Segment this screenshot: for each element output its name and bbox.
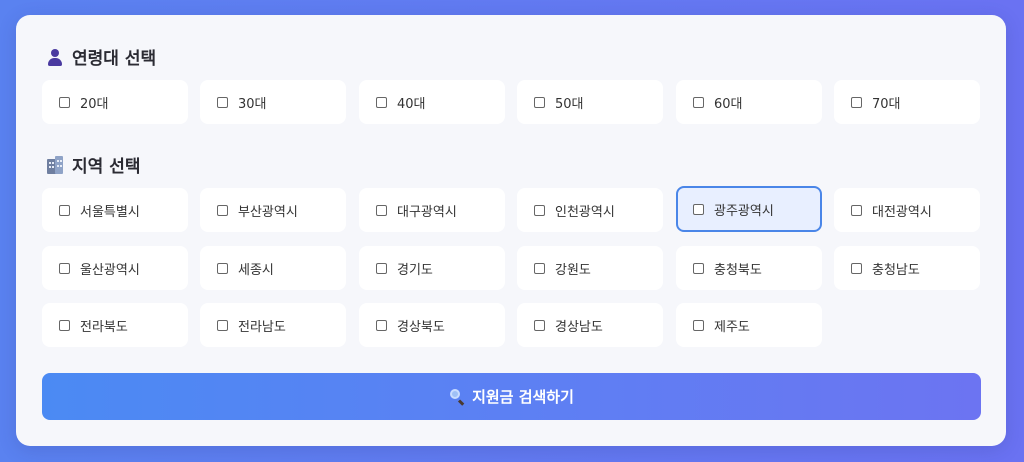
age-option-label: 70대 bbox=[872, 96, 901, 112]
region-option-label: 울산광역시 bbox=[80, 262, 140, 278]
checkbox[interactable] bbox=[693, 203, 704, 215]
checkbox[interactable] bbox=[217, 204, 228, 216]
checkbox[interactable] bbox=[851, 96, 862, 108]
region-option-label: 대전광역시 bbox=[872, 204, 932, 220]
age-option-70[interactable]: 70대 bbox=[834, 80, 980, 124]
region-option-label: 세종시 bbox=[238, 262, 274, 278]
region-option-label: 광주광역시 bbox=[714, 203, 774, 219]
region-option-incheon[interactable]: 인천광역시 bbox=[517, 188, 663, 232]
region-option-gyeonggi[interactable]: 경기도 bbox=[359, 246, 505, 290]
region-option-ulsan[interactable]: 울산광역시 bbox=[42, 246, 188, 290]
age-option-label: 30대 bbox=[238, 96, 267, 112]
region-option-gangwon[interactable]: 강원도 bbox=[517, 246, 663, 290]
region-option-label: 경기도 bbox=[397, 262, 433, 278]
region-option-label: 전라북도 bbox=[80, 319, 128, 335]
checkbox[interactable] bbox=[217, 96, 228, 108]
age-option-50[interactable]: 50대 bbox=[517, 80, 663, 124]
age-option-40[interactable]: 40대 bbox=[359, 80, 505, 124]
age-option-label: 60대 bbox=[714, 96, 743, 112]
age-option-30[interactable]: 30대 bbox=[200, 80, 346, 124]
region-option-label: 전라남도 bbox=[238, 319, 286, 335]
age-section-title-text: 연령대 선택 bbox=[72, 49, 157, 69]
checkbox[interactable] bbox=[851, 204, 862, 216]
age-option-label: 20대 bbox=[80, 96, 109, 112]
checkbox[interactable] bbox=[534, 319, 545, 331]
age-option-20[interactable]: 20대 bbox=[42, 80, 188, 124]
person-icon bbox=[46, 48, 64, 66]
region-option-label: 서울특별시 bbox=[80, 204, 140, 220]
checkbox[interactable] bbox=[59, 262, 70, 274]
checkbox[interactable] bbox=[59, 96, 70, 108]
checkbox[interactable] bbox=[851, 262, 862, 274]
checkbox[interactable] bbox=[59, 319, 70, 331]
checkbox[interactable] bbox=[693, 96, 704, 108]
checkbox[interactable] bbox=[217, 319, 228, 331]
checkbox[interactable] bbox=[376, 262, 387, 274]
magnifier-icon bbox=[449, 389, 465, 406]
region-option-label: 제주도 bbox=[714, 319, 750, 335]
age-option-label: 40대 bbox=[397, 96, 426, 112]
region-option-label: 충청남도 bbox=[872, 262, 920, 278]
region-option-label: 부산광역시 bbox=[238, 204, 298, 220]
checkbox[interactable] bbox=[217, 262, 228, 274]
checkbox[interactable] bbox=[693, 262, 704, 274]
region-option-chungbuk[interactable]: 충청북도 bbox=[676, 246, 822, 290]
building-icon bbox=[46, 155, 64, 174]
checkbox[interactable] bbox=[59, 204, 70, 216]
checkbox[interactable] bbox=[534, 204, 545, 216]
region-option-label: 인천광역시 bbox=[555, 204, 615, 220]
region-option-sejong[interactable]: 세종시 bbox=[200, 246, 346, 290]
region-option-jeonnam[interactable]: 전라남도 bbox=[200, 303, 346, 347]
region-section-title-text: 지역 선택 bbox=[72, 157, 141, 177]
region-option-seoul[interactable]: 서울특별시 bbox=[42, 188, 188, 232]
region-option-jeonbuk[interactable]: 전라북도 bbox=[42, 303, 188, 347]
region-option-jeju[interactable]: 제주도 bbox=[676, 303, 822, 347]
region-option-busan[interactable]: 부산광역시 bbox=[200, 188, 346, 232]
region-option-gwangju[interactable]: 광주광역시 bbox=[676, 186, 822, 232]
checkbox[interactable] bbox=[534, 96, 545, 108]
region-option-chungnam[interactable]: 충청남도 bbox=[834, 246, 980, 290]
search-button-label: 지원금 검색하기 bbox=[472, 388, 574, 406]
region-option-label: 강원도 bbox=[555, 262, 591, 278]
region-option-label: 경상남도 bbox=[555, 319, 603, 335]
checkbox[interactable] bbox=[376, 96, 387, 108]
region-section-title: 지역 선택 bbox=[46, 152, 140, 177]
age-option-label: 50대 bbox=[555, 96, 584, 112]
checkbox[interactable] bbox=[693, 319, 704, 331]
region-option-label: 대구광역시 bbox=[397, 204, 457, 220]
region-option-gyeongnam[interactable]: 경상남도 bbox=[517, 303, 663, 347]
checkbox[interactable] bbox=[534, 262, 545, 274]
checkbox[interactable] bbox=[376, 204, 387, 216]
checkbox[interactable] bbox=[376, 319, 387, 331]
region-option-daegu[interactable]: 대구광역시 bbox=[359, 188, 505, 232]
search-button[interactable]: 지원금 검색하기 bbox=[42, 373, 981, 420]
region-option-daejeon[interactable]: 대전광역시 bbox=[834, 188, 980, 232]
region-option-label: 충청북도 bbox=[714, 262, 762, 278]
age-section-title: 연령대 선택 bbox=[46, 44, 156, 69]
region-option-gyeongbuk[interactable]: 경상북도 bbox=[359, 303, 505, 347]
age-option-60[interactable]: 60대 bbox=[676, 80, 822, 124]
region-option-label: 경상북도 bbox=[397, 319, 445, 335]
